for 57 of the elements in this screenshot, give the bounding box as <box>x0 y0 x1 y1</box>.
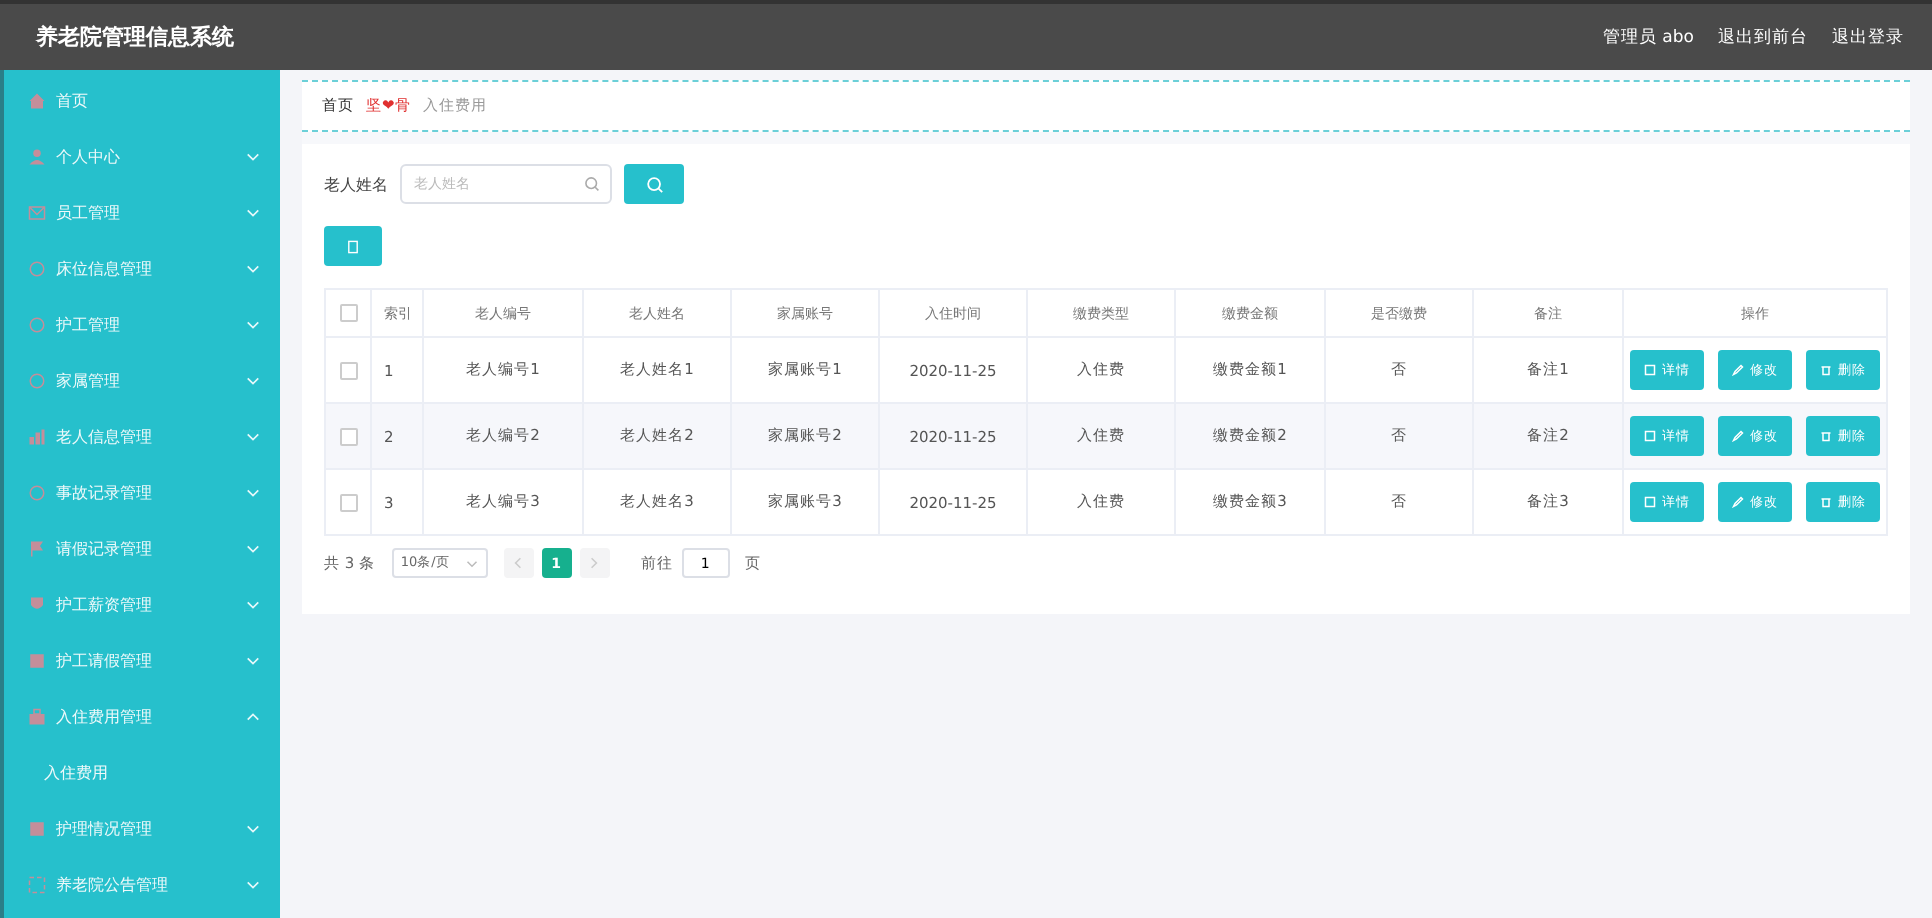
sidebar-item[interactable]: 家属管理 <box>56 369 246 391</box>
document-icon <box>1644 496 1656 508</box>
document-icon <box>1644 364 1656 376</box>
search-button[interactable] <box>624 164 684 204</box>
next-page-button[interactable] <box>579 548 610 578</box>
sidebar-item[interactable]: 老人信息管理 <box>56 425 246 447</box>
sidebar-item[interactable]: 员工管理 <box>56 201 246 223</box>
sidebar-item[interactable]: 护工管理 <box>56 313 246 335</box>
sidebar-item[interactable]: 护理情况管理 <box>56 817 246 839</box>
select-all-checkbox[interactable] <box>339 304 357 322</box>
document-icon <box>346 239 360 253</box>
search-label: 老人姓名 <box>324 173 388 195</box>
sidebar-item[interactable]: 个人中心 <box>56 145 246 167</box>
trash-icon <box>1820 496 1832 508</box>
sidebar-item[interactable]: 事故记录管理 <box>56 481 246 503</box>
sidebar-item[interactable]: 床位信息管理 <box>56 257 246 279</box>
square-icon <box>28 651 46 669</box>
pencil-icon <box>1732 496 1744 508</box>
pencil-icon <box>1732 364 1744 376</box>
circle-icon <box>28 259 46 277</box>
chevron-left-icon <box>514 556 523 570</box>
row-checkbox[interactable] <box>339 493 357 512</box>
caret-icon <box>465 559 478 567</box>
search-icon <box>645 175 663 193</box>
circle-icon <box>28 371 46 389</box>
chart-icon <box>28 427 46 445</box>
sidebar-item[interactable]: 护工薪资管理 <box>56 593 246 615</box>
app-title: 养老院管理信息系统 <box>36 22 234 52</box>
previous-page-button[interactable] <box>503 548 534 578</box>
document-icon <box>1644 430 1656 442</box>
user-label: 管理员 abo <box>1602 25 1694 49</box>
header-link[interactable]: 退出登录 <box>1832 25 1904 49</box>
sidebar-item[interactable]: 请假记录管理 <box>56 537 246 559</box>
search-icon <box>584 176 600 192</box>
square-icon <box>28 819 46 837</box>
shield-icon <box>28 595 46 613</box>
pencil-icon <box>1732 430 1744 442</box>
sidebar-item[interactable]: 养老院公告管理 <box>56 873 246 895</box>
trash-icon <box>1820 430 1832 442</box>
sidebar-item[interactable]: 入住费用管理 <box>56 705 246 727</box>
trash-icon <box>1820 364 1832 376</box>
sidebar-item[interactable]: 首页 <box>56 89 260 111</box>
frame-icon <box>28 875 46 893</box>
envelope-icon <box>28 203 46 221</box>
person-icon <box>28 147 46 165</box>
chevron-right-icon <box>590 556 599 570</box>
row-checkbox[interactable] <box>339 361 357 380</box>
briefcase-icon <box>28 707 46 725</box>
home-icon <box>28 91 46 109</box>
add-button[interactable] <box>324 226 382 266</box>
submenu-item[interactable]: 入住费用 <box>44 761 108 783</box>
circle-icon <box>28 315 46 333</box>
row-checkbox[interactable] <box>339 427 357 446</box>
flag-icon <box>28 539 46 557</box>
sidebar-item[interactable]: 护工请假管理 <box>56 649 246 671</box>
circle-icon <box>28 483 46 501</box>
header-link[interactable]: 退出到前台 <box>1718 25 1808 49</box>
